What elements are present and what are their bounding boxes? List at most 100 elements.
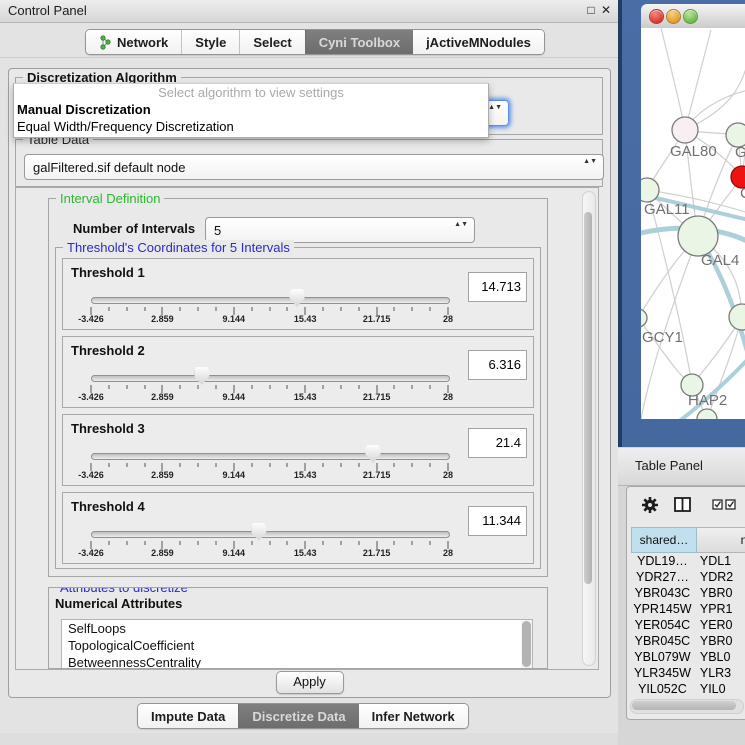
threshold-value-field[interactable]: 21.4 xyxy=(468,428,527,458)
tab-cyni-toolbox[interactable]: Cyni Toolbox xyxy=(305,30,413,54)
node-gal11[interactable] xyxy=(641,178,659,202)
table-cell-name[interactable]: YPR1 xyxy=(694,601,745,617)
table-cell-name[interactable]: YBR0 xyxy=(694,585,745,601)
table-row[interactable]: YBR043CYBR0 xyxy=(631,585,745,601)
tab-infer-network[interactable]: Infer Network xyxy=(359,704,468,728)
tick-mark xyxy=(126,541,127,545)
tick-mark xyxy=(108,307,109,311)
table-row[interactable]: YDR27…YDR2 xyxy=(631,569,745,585)
table-row[interactable]: YIL052CYIL0 xyxy=(631,681,745,697)
attribute-list-item[interactable]: TopologicalCoefficient xyxy=(62,637,532,654)
numerical-attributes-list[interactable]: SelfLoopsTopologicalCoefficientBetweenne… xyxy=(61,619,533,669)
tick-label: 21.715 xyxy=(363,392,391,402)
table-row[interactable]: YBR045CYBR0 xyxy=(631,633,745,649)
zoom-traffic-light-icon[interactable] xyxy=(683,9,698,24)
table-cell-name[interactable]: YBR0 xyxy=(694,633,745,649)
table-cell-name[interactable]: YLR3 xyxy=(694,665,745,681)
float-window-icon[interactable]: □ xyxy=(584,3,598,17)
table-row[interactable]: YBL079WYBL0 xyxy=(631,649,745,665)
table-cell-shared-name[interactable]: YER054C xyxy=(631,617,694,633)
attribute-list-item[interactable]: BetweennessCentrality xyxy=(62,654,532,669)
gear-icon[interactable] xyxy=(641,496,659,514)
tab-discretize-data[interactable]: Discretize Data xyxy=(238,704,358,728)
slider-tick-labels: -3.4262.8599.14415.4321.71528 xyxy=(91,314,448,326)
close-traffic-light-icon[interactable] xyxy=(649,9,664,24)
node-bottom-partial[interactable] xyxy=(697,409,717,419)
table-cell-shared-name[interactable]: YIL052C xyxy=(631,681,694,697)
threshold-slider-track[interactable] xyxy=(91,453,450,460)
list-scrollbar[interactable] xyxy=(521,620,532,668)
column-header-name[interactable]: na xyxy=(697,527,745,553)
table-row[interactable]: YDL19…YDL1 xyxy=(631,553,745,569)
threshold-slider-thumb[interactable] xyxy=(194,367,209,385)
table-horizontal-scrollbar-thumb[interactable] xyxy=(632,701,736,710)
tick-mark xyxy=(412,385,413,389)
tab-style[interactable]: Style xyxy=(181,30,239,54)
settings-scrollbar[interactable] xyxy=(582,191,596,666)
table-cell-name[interactable]: YBL0 xyxy=(694,649,745,665)
tick-mark xyxy=(358,385,359,389)
dropdown-option-equal-width-frequency[interactable]: Equal Width/Frequency Discretization xyxy=(14,118,488,135)
table-row[interactable]: YPR145WYPR1 xyxy=(631,601,745,617)
tab-jactivemnodules[interactable]: jActiveMNodules xyxy=(413,30,544,54)
table-cell-shared-name[interactable]: YBR043C xyxy=(631,585,694,601)
network-icon xyxy=(99,35,112,50)
tab-label: jActiveMNodules xyxy=(426,35,531,50)
tick-mark xyxy=(269,463,270,467)
checkboxes-icon[interactable] xyxy=(712,499,738,510)
threshold-slider-track[interactable] xyxy=(91,531,450,538)
tick-mark xyxy=(198,307,199,311)
table-row[interactable]: YLR345WYLR3 xyxy=(631,665,745,681)
tab-label: Infer Network xyxy=(372,709,455,724)
table-cell-name[interactable]: YDR2 xyxy=(694,569,745,585)
table-cell-shared-name[interactable]: YBL079W xyxy=(631,649,694,665)
table-cell-shared-name[interactable]: YBR045C xyxy=(631,633,694,649)
tick-label: 2.859 xyxy=(151,470,174,480)
table-data-combobox[interactable]: galFiltered.sif default node ▲▼ xyxy=(24,154,604,180)
chevron-up-down-icon: ▲▼ xyxy=(583,158,597,166)
tab-network[interactable]: Network xyxy=(86,30,181,54)
tab-impute-data[interactable]: Impute Data xyxy=(138,704,238,728)
dropdown-option-manual-discretization[interactable]: Manual Discretization xyxy=(14,101,488,118)
table-row[interactable]: YER054CYER0 xyxy=(631,617,745,633)
close-icon[interactable]: ✕ xyxy=(599,3,613,17)
node-gal4[interactable] xyxy=(678,216,718,256)
threshold-slider-thumb[interactable] xyxy=(290,289,305,307)
tick-mark xyxy=(251,463,252,467)
network-window-titlebar[interactable] xyxy=(641,4,745,29)
table-cell-name[interactable]: YDL1 xyxy=(694,553,745,569)
dropdown-placeholder-option[interactable]: Select algorithm to view settings xyxy=(14,84,488,101)
table-cell-name[interactable]: YIL0 xyxy=(694,681,745,697)
threshold-slider-thumb[interactable] xyxy=(366,445,381,463)
interval-definition-label: Interval Definition xyxy=(56,191,164,206)
network-canvas[interactable]: GAL80 GA C GAL11 GAL4 GCY1 H HAP2 xyxy=(641,28,745,419)
table-panel: shared… na YDL19…YDL1YDR27…YDR2YBR043CYB… xyxy=(626,486,745,720)
apply-button[interactable]: Apply xyxy=(276,671,344,694)
node-gcy1[interactable] xyxy=(641,309,647,327)
threshold-slider-track[interactable] xyxy=(91,375,450,382)
threshold-value-field[interactable]: 14.713 xyxy=(468,272,527,302)
threshold-value-field[interactable]: 11.344 xyxy=(468,506,527,536)
threshold-value-field[interactable]: 6.316 xyxy=(468,350,527,380)
attribute-list-item[interactable]: SelfLoops xyxy=(62,620,532,637)
settings-scrollbar-thumb[interactable] xyxy=(584,212,592,584)
tab-select[interactable]: Select xyxy=(239,30,304,54)
tick-label: 28 xyxy=(443,470,453,480)
table-cell-shared-name[interactable]: YLR345W xyxy=(631,665,694,681)
tick-label: 21.715 xyxy=(363,314,391,324)
threshold-slider-track[interactable] xyxy=(91,297,450,304)
node-gal80[interactable] xyxy=(672,117,698,143)
columns-icon[interactable] xyxy=(674,497,691,512)
table-cell-name[interactable]: YER0 xyxy=(694,617,745,633)
table-horizontal-scrollbar[interactable] xyxy=(630,699,744,714)
table-cell-shared-name[interactable]: YDR27… xyxy=(631,569,694,585)
tick-label: 9.144 xyxy=(223,392,246,402)
minimize-traffic-light-icon[interactable] xyxy=(666,9,681,24)
threshold-slider-thumb[interactable] xyxy=(251,523,266,541)
table-cell-shared-name[interactable]: YDL19… xyxy=(631,553,694,569)
table-cell-shared-name[interactable]: YPR145W xyxy=(631,601,694,617)
network-view-window[interactable]: GAL80 GA C GAL11 GAL4 GCY1 H HAP2 xyxy=(618,0,745,447)
column-header-shared-name[interactable]: shared… xyxy=(631,527,697,553)
number-of-intervals-value: 5 xyxy=(214,223,221,238)
list-scrollbar-thumb[interactable] xyxy=(522,621,531,667)
